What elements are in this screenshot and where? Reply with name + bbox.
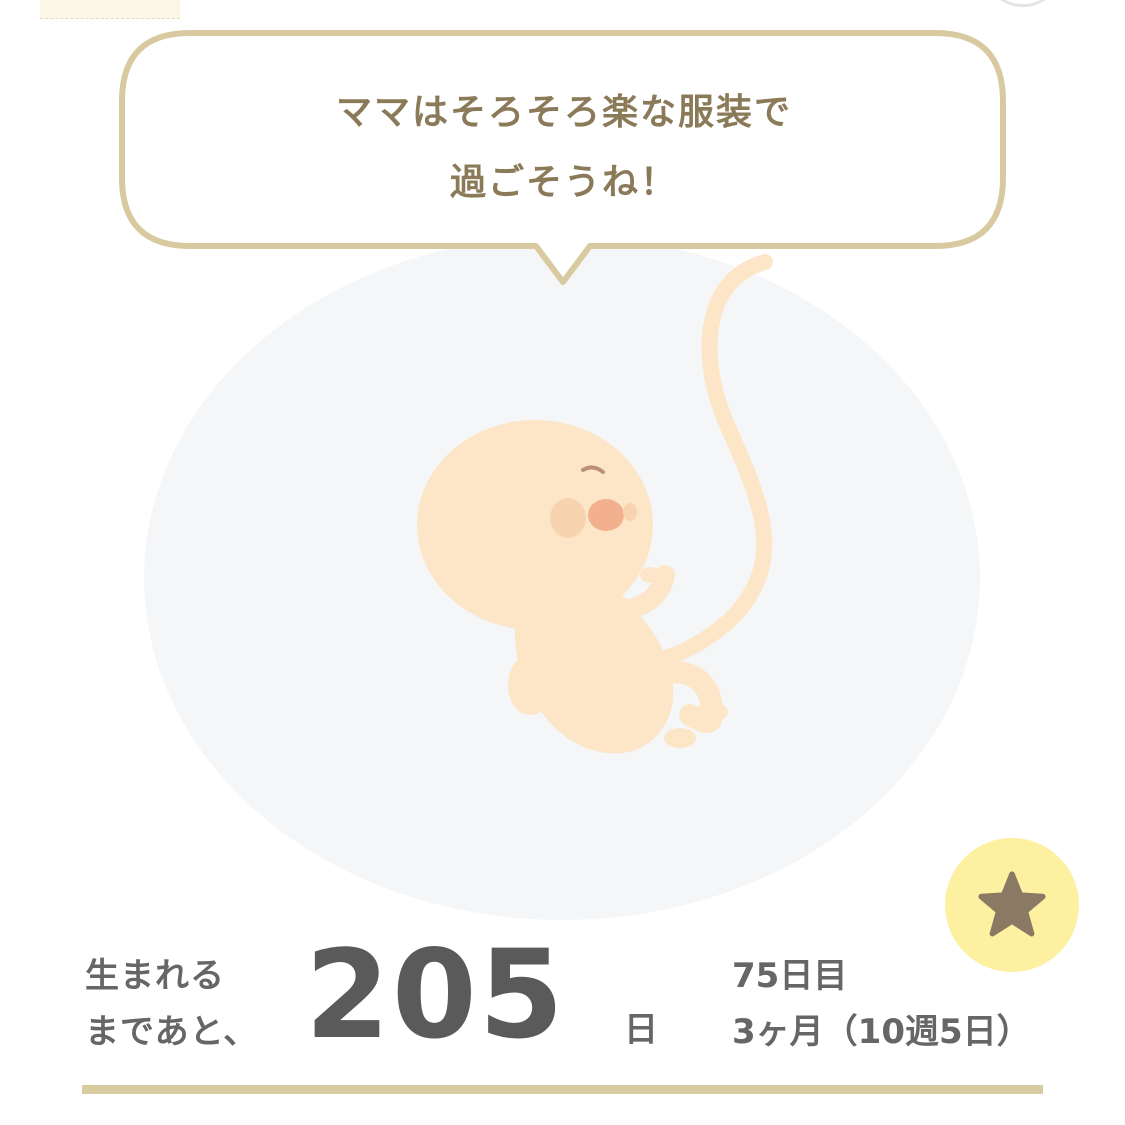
month-week: 3ヶ月（10週5日）	[732, 1012, 1031, 1052]
baby-ear	[550, 498, 586, 538]
days-remaining-number: 205	[305, 924, 566, 1066]
baby-cheek	[588, 499, 624, 531]
day-count: 75日目	[732, 956, 848, 996]
speech-line-1: ママはそろそろ楽な服装で	[335, 92, 792, 133]
pregnancy-progress: 75日目 3ヶ月（10週5日）	[732, 948, 1031, 1060]
days-unit: 日	[624, 1010, 658, 1050]
countdown-label: 生まれる まであと、	[85, 948, 258, 1060]
star-icon	[978, 871, 1046, 937]
baby-mouth	[623, 503, 637, 521]
speech-bubble-text: ママはそろそろ楽な服装で 過ごそうね！	[130, 78, 998, 218]
countdown-label-line1: 生まれる	[85, 956, 225, 996]
countdown-label-line2: まであと、	[85, 1012, 259, 1052]
bottom-divider	[82, 1085, 1043, 1094]
speech-line-2: 過ごそうね！	[449, 162, 678, 203]
